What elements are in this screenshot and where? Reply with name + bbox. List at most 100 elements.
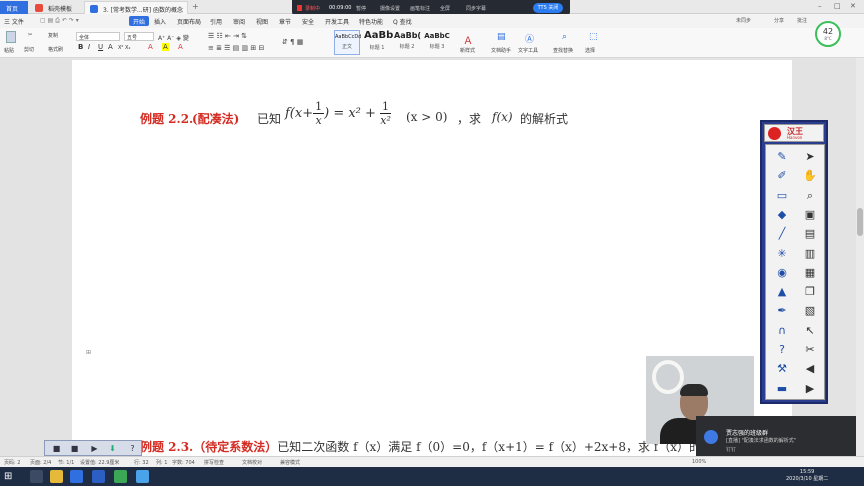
format-painter-button[interactable]: 格式刷 <box>48 46 63 53</box>
magnet-icon[interactable]: ∩ <box>772 323 792 338</box>
zoom-level[interactable]: 100% <box>692 459 706 465</box>
dingtalk-taskbar-icon[interactable] <box>136 470 149 483</box>
font-name-select[interactable]: 全体 <box>76 32 120 41</box>
menu-file[interactable]: 三 文件 <box>4 17 24 26</box>
menu-layout[interactable]: 页面布局 <box>177 17 201 26</box>
style-heading1[interactable]: AaBb 标题 1 <box>364 30 393 55</box>
cut-icon[interactable]: ✂ <box>800 342 820 357</box>
back-icon[interactable]: ◀ <box>800 361 820 376</box>
maximize-icon[interactable]: □ <box>834 2 841 10</box>
line-icon[interactable]: ╱ <box>772 226 792 241</box>
copy-icon[interactable]: ❐ <box>800 284 820 299</box>
menu-special[interactable]: 特色功能 <box>359 17 383 26</box>
font-size-select[interactable]: 五号 <box>124 32 154 41</box>
play-icon[interactable]: ▶ <box>89 443 100 454</box>
select-button[interactable]: 选择 <box>585 47 595 54</box>
menu-dev[interactable]: 开发工具 <box>325 17 349 26</box>
menu-view[interactable]: 视图 <box>256 17 268 26</box>
spotlight-icon[interactable]: ✳ <box>772 246 792 261</box>
tab-document[interactable]: 3. [常考数学...研] 函数的概念 <box>84 1 188 14</box>
comment-button[interactable]: 批注 <box>797 17 807 24</box>
menu-review[interactable]: 审阅 <box>233 17 245 26</box>
menu-reference[interactable]: 引用 <box>210 17 222 26</box>
eraser-icon[interactable]: ▭ <box>772 188 792 203</box>
chrome-icon[interactable] <box>114 470 127 483</box>
highlighter-icon[interactable]: ✐ <box>772 168 792 183</box>
marker-icon[interactable]: ✒ <box>772 303 792 318</box>
page2-icon[interactable]: ▥ <box>800 246 820 261</box>
bold-icon[interactable]: B <box>78 43 83 51</box>
find-replace-button[interactable]: 查找替换 <box>553 47 573 54</box>
word-icon[interactable] <box>92 470 105 483</box>
text-tools-button[interactable]: 文字工具 <box>518 47 538 54</box>
style-normal[interactable]: AaBbCcDd 正文 <box>334 30 361 55</box>
menu-security[interactable]: 安全 <box>302 17 314 26</box>
menu-search[interactable]: Q 查找 <box>393 17 412 26</box>
vertical-scrollbar[interactable] <box>856 58 864 468</box>
windows-start-icon[interactable]: ⊞ <box>4 470 17 483</box>
scroll-thumb[interactable] <box>857 208 863 236</box>
tab-home[interactable]: 首页 <box>0 1 28 14</box>
fullscreen-button[interactable]: 全屏 <box>440 5 450 12</box>
help-icon[interactable]: ? <box>127 443 138 454</box>
subtitle-button[interactable]: 同步字幕 <box>466 5 486 12</box>
pause-button[interactable]: 暂停 <box>356 5 366 12</box>
style-heading2[interactable]: AaBb( 标题 2 <box>394 30 421 55</box>
page3-icon[interactable]: ▦ <box>800 265 820 280</box>
list-icons[interactable]: ☰ ☷ ⇤ ⇥ ⇅ <box>208 32 247 40</box>
share-button[interactable]: 分享 <box>774 17 784 24</box>
search-icon[interactable] <box>30 470 43 483</box>
clipboard-icon[interactable]: ▧ <box>800 303 820 318</box>
minimize-icon[interactable]: – <box>818 2 822 10</box>
pen-icon[interactable]: ✎ <box>772 149 792 164</box>
explorer-icon[interactable] <box>50 470 63 483</box>
cut-button[interactable]: 剪切 <box>24 46 34 53</box>
download-icon[interactable]: ⬇ <box>107 443 118 454</box>
camera-icon[interactable]: ◉ <box>772 265 792 280</box>
help-icon[interactable]: ? <box>772 342 792 357</box>
stop-icon[interactable]: ■ <box>51 443 62 454</box>
paragraph-icons[interactable]: ⇵ ¶ ▦ <box>282 38 303 46</box>
italic-icon[interactable]: I <box>88 43 90 51</box>
new-style-button[interactable]: 新样式 <box>460 47 475 54</box>
camera-settings-button[interactable]: 摄像设置 <box>380 5 400 12</box>
tools-icon[interactable]: ⚒ <box>772 361 792 376</box>
annotate-button[interactable]: 画笔标注 <box>410 5 430 12</box>
fill-icon[interactable]: ◆ <box>772 207 792 222</box>
pointer-icon[interactable]: ➤ <box>800 149 820 164</box>
superscript-icon[interactable]: X² X₂ <box>118 45 130 51</box>
ie-icon[interactable] <box>70 470 83 483</box>
underline-icon[interactable]: U <box>98 43 103 51</box>
screen-icon[interactable]: ▬ <box>772 381 792 396</box>
proof-button[interactable]: 文档校对 <box>242 459 262 466</box>
save-icon[interactable]: ▣ <box>800 207 820 222</box>
font-color-icon[interactable]: A <box>148 43 153 51</box>
paste-icon[interactable] <box>6 31 16 43</box>
menu-chapter[interactable]: 章节 <box>279 17 291 26</box>
tts-button[interactable]: TTS 关闭 <box>533 3 563 13</box>
sync-status[interactable]: 未同步 <box>736 17 751 24</box>
tab-template[interactable]: 稻壳模板 <box>30 1 82 14</box>
system-clock[interactable]: 15:59 2020/3/10 星期二 <box>786 469 828 483</box>
style-heading3[interactable]: AaBbC 标题 3 <box>424 30 450 55</box>
paste-button[interactable]: 粘贴 <box>4 47 14 54</box>
record-icon[interactable]: ■ <box>69 443 80 454</box>
text-color-icon[interactable]: A <box>178 43 183 51</box>
spell-check-button[interactable]: 拼写检查 <box>204 459 224 466</box>
hand-icon[interactable]: ✋ <box>800 168 820 183</box>
menu-start[interactable]: 开始 <box>129 16 150 26</box>
quick-access-icons[interactable]: ▢ ▤ ⎙ ↶ ↷ ▾ <box>40 17 79 25</box>
grow-font-icon[interactable]: A⁺ A⁻ ◈ 變 <box>158 33 189 42</box>
align-icons[interactable]: ≡ ≣ ☰ ▤ ▥ ⊞ ⊟ <box>208 44 264 52</box>
shapes-icon[interactable]: ▲ <box>772 284 792 299</box>
close-icon[interactable]: ✕ <box>850 2 856 10</box>
copy-button[interactable]: 复制 <box>48 32 58 39</box>
forward-icon[interactable]: ▶ <box>800 381 820 396</box>
magnifier-icon[interactable]: ⌕ <box>800 188 820 203</box>
menu-insert[interactable]: 插入 <box>154 17 166 26</box>
strike-icon[interactable]: A <box>108 43 113 51</box>
cut-icon[interactable]: ✂ <box>28 32 32 38</box>
cursor-icon[interactable]: ↖ <box>800 323 820 338</box>
page-icon[interactable]: ▤ <box>800 226 820 241</box>
assistant-button[interactable]: 文档助手 <box>491 47 511 54</box>
